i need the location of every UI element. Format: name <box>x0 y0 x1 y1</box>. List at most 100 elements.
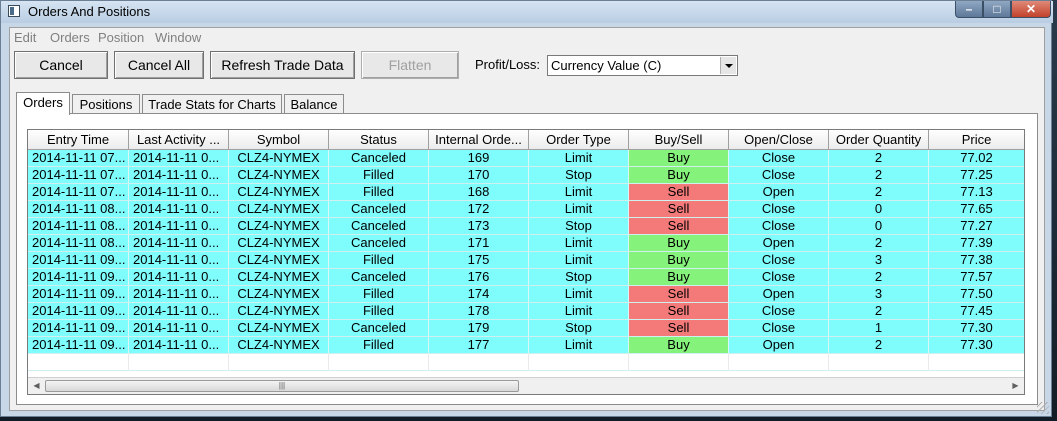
cell-last-activity: 2014-11-11 0... <box>129 286 229 303</box>
column-header-last-activity[interactable]: Last Activity ... <box>129 130 229 150</box>
cell-buy-sell: Buy <box>629 269 729 286</box>
column-header-order-type[interactable]: Order Type <box>529 130 629 150</box>
cell-order-quantity: 2 <box>829 269 929 286</box>
cell-last-activity: 2014-11-11 0... <box>129 235 229 252</box>
minimize-button[interactable]: – <box>955 1 983 18</box>
cell-internal-order: 171 <box>429 235 529 252</box>
cell-symbol: CLZ4-NYMEX <box>229 303 329 320</box>
cell-last-activity: 2014-11-11 0... <box>129 184 229 201</box>
table-row[interactable]: 2014-11-11 08... 2014-11-11 0... CLZ4-NYME… <box>28 201 1024 218</box>
cell-buy-sell: Sell <box>629 201 729 218</box>
cell-entry-time: 2014-11-11 07... <box>28 150 129 167</box>
cell-order-type: Limit <box>529 201 629 218</box>
tab-balance[interactable]: Balance <box>284 94 344 114</box>
cell-entry-time: 2014-11-11 08... <box>28 235 129 252</box>
resize-grip-icon[interactable] <box>1037 402 1049 414</box>
cell-order-type: Limit <box>529 303 629 320</box>
cell-internal-order: 168 <box>429 184 529 201</box>
table-row[interactable]: 2014-11-11 09... 2014-11-11 0... CLZ4-NYME… <box>28 337 1024 354</box>
cell-symbol: CLZ4-NYMEX <box>229 150 329 167</box>
refresh-trade-data-button[interactable]: Refresh Trade Data <box>210 51 355 79</box>
cell-symbol: CLZ4-NYMEX <box>229 269 329 286</box>
cancel-button[interactable]: Cancel <box>14 51 108 79</box>
table-row[interactable]: 2014-11-11 07... 2014-11-11 0... CLZ4-NYME… <box>28 184 1024 201</box>
column-header-symbol[interactable]: Symbol <box>229 130 329 150</box>
table-row[interactable]: 2014-11-11 09... 2014-11-11 0... CLZ4-NYME… <box>28 320 1024 337</box>
tab-orders[interactable]: Orders <box>16 92 70 115</box>
cell-status: Filled <box>329 303 429 320</box>
cell-order-type: Limit <box>529 184 629 201</box>
cell-internal-order: 178 <box>429 303 529 320</box>
cell-symbol: CLZ4-NYMEX <box>229 320 329 337</box>
app-icon <box>8 5 20 17</box>
cell-status: Filled <box>329 184 429 201</box>
cell-price: 77.38 <box>929 252 1024 269</box>
maximize-button[interactable]: □ <box>983 1 1011 18</box>
column-header-buy-sell[interactable]: Buy/Sell <box>629 130 729 150</box>
column-header-internal-order[interactable]: Internal Orde... <box>429 130 529 150</box>
chevron-down-icon[interactable] <box>720 57 736 74</box>
cell-open-close: Open <box>729 286 829 303</box>
empty-row <box>28 354 1024 371</box>
column-header-price[interactable]: Price <box>929 130 1024 150</box>
close-button[interactable]: ✕ <box>1011 1 1051 18</box>
profit-loss-select[interactable]: Currency Value (C) <box>547 55 738 76</box>
title-bar[interactable]: Orders And Positions – □ ✕ <box>1 1 1053 23</box>
table-row[interactable]: 2014-11-11 08... 2014-11-11 0... CLZ4-NYME… <box>28 235 1024 252</box>
cell-price: 77.57 <box>929 269 1024 286</box>
tab-trade-stats[interactable]: Trade Stats for Charts <box>142 94 282 114</box>
cancel-all-button[interactable]: Cancel All <box>114 51 204 79</box>
horizontal-scrollbar[interactable]: ◀ ||| ▶ <box>28 377 1024 394</box>
cell-price: 77.02 <box>929 150 1024 167</box>
table-row[interactable]: 2014-11-11 08... 2014-11-11 0... CLZ4-NYME… <box>28 218 1024 235</box>
table-row[interactable]: 2014-11-11 09... 2014-11-11 0... CLZ4-NYME… <box>28 252 1024 269</box>
table-row[interactable]: 2014-11-11 07... 2014-11-11 0... CLZ4-NYME… <box>28 167 1024 184</box>
cell-buy-sell: Sell <box>629 218 729 235</box>
tab-positions[interactable]: Positions <box>72 94 140 114</box>
menu-position[interactable]: Position <box>98 30 144 45</box>
scroll-right-icon[interactable]: ▶ <box>1007 378 1024 394</box>
orders-positions-window: Orders And Positions – □ ✕ Edit Orders P… <box>0 0 1053 417</box>
cell-open-close: Close <box>729 320 829 337</box>
cell-order-type: Stop <box>529 320 629 337</box>
cell-buy-sell: Buy <box>629 337 729 354</box>
table-row[interactable]: 2014-11-11 09... 2014-11-11 0... CLZ4-NYME… <box>28 286 1024 303</box>
cell-last-activity: 2014-11-11 0... <box>129 252 229 269</box>
table-row[interactable]: 2014-11-11 09... 2014-11-11 0... CLZ4-NYME… <box>28 269 1024 286</box>
menu-orders[interactable]: Orders <box>50 30 90 45</box>
cell-open-close: Open <box>729 235 829 252</box>
grid-header: Entry Time Last Activity ... Symbol Status I… <box>28 130 1024 150</box>
cell-order-type: Limit <box>529 252 629 269</box>
cell-symbol: CLZ4-NYMEX <box>229 184 329 201</box>
cell-status: Canceled <box>329 218 429 235</box>
cell-status: Filled <box>329 286 429 303</box>
cell-status: Canceled <box>329 201 429 218</box>
cell-status: Filled <box>329 337 429 354</box>
empty-cell <box>28 354 129 371</box>
menu-edit[interactable]: Edit <box>14 30 36 45</box>
cell-buy-sell: Sell <box>629 286 729 303</box>
cell-status: Filled <box>329 167 429 184</box>
column-header-open-close[interactable]: Open/Close <box>729 130 829 150</box>
cell-price: 77.45 <box>929 303 1024 320</box>
table-row[interactable]: 2014-11-11 09... 2014-11-11 0... CLZ4-NYME… <box>28 303 1024 320</box>
cell-entry-time: 2014-11-11 09... <box>28 252 129 269</box>
cell-order-type: Stop <box>529 218 629 235</box>
cell-status: Canceled <box>329 269 429 286</box>
cell-order-type: Limit <box>529 286 629 303</box>
menu-window[interactable]: Window <box>155 30 201 45</box>
column-header-order-quantity[interactable]: Order Quantity <box>829 130 929 150</box>
cell-order-type: Limit <box>529 150 629 167</box>
cell-buy-sell: Sell <box>629 184 729 201</box>
table-row[interactable]: 2014-11-11 07... 2014-11-11 0... CLZ4-NYME… <box>28 150 1024 167</box>
cell-last-activity: 2014-11-11 0... <box>129 320 229 337</box>
cell-buy-sell: Buy <box>629 235 729 252</box>
column-header-status[interactable]: Status <box>329 130 429 150</box>
scroll-left-icon[interactable]: ◀ <box>28 378 45 394</box>
orders-grid[interactable]: Entry Time Last Activity ... Symbol Status I… <box>27 129 1025 395</box>
column-header-entry-time[interactable]: Entry Time <box>28 130 129 150</box>
menu-bar: Edit Orders Position Window <box>10 28 1044 46</box>
empty-cell <box>329 354 429 371</box>
cell-status: Filled <box>329 252 429 269</box>
scroll-thumb[interactable]: ||| <box>45 380 519 392</box>
